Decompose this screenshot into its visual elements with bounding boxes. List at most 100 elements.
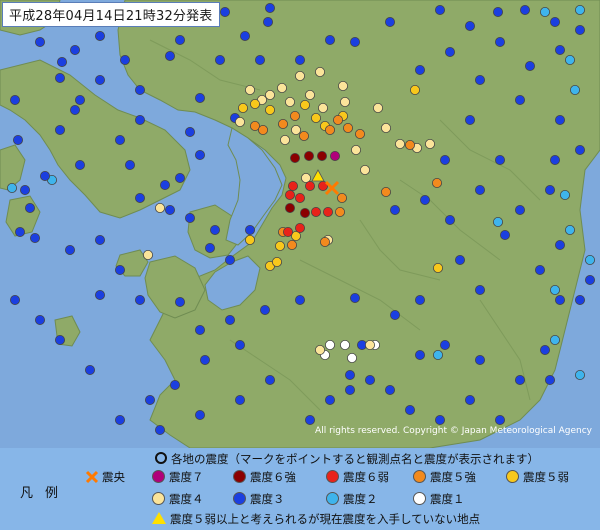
station-intensity-3[interactable] — [525, 61, 536, 72]
station-intensity-3[interactable] — [555, 115, 566, 126]
station-intensity-5-upper[interactable] — [336, 192, 347, 203]
station-intensity-4[interactable] — [350, 144, 361, 155]
station-intensity-3[interactable] — [204, 242, 215, 253]
station-intensity-3[interactable] — [304, 414, 315, 425]
station-intensity-3[interactable] — [134, 85, 145, 96]
station-intensity-4[interactable] — [364, 339, 375, 350]
station-intensity-3[interactable] — [199, 354, 210, 365]
station-intensity-3[interactable] — [474, 354, 485, 365]
station-intensity-3[interactable] — [454, 254, 465, 265]
station-intensity-3[interactable] — [24, 202, 35, 213]
station-intensity-3[interactable] — [70, 45, 81, 56]
station-intensity-3[interactable] — [344, 384, 355, 395]
station-intensity-6-lower[interactable] — [294, 192, 305, 203]
station-intensity-3[interactable] — [545, 374, 556, 385]
station-intensity-3[interactable] — [95, 289, 106, 300]
station-intensity-2[interactable] — [565, 55, 576, 66]
station-intensity-3[interactable] — [134, 192, 145, 203]
station-intensity-5-lower[interactable] — [299, 100, 310, 111]
station-intensity-5-lower[interactable] — [244, 234, 255, 245]
station-intensity-3[interactable] — [389, 204, 400, 215]
station-intensity-3[interactable] — [194, 324, 205, 335]
station-intensity-7[interactable] — [329, 150, 340, 161]
station-intensity-6-lower[interactable] — [284, 189, 295, 200]
station-intensity-3[interactable] — [234, 339, 245, 350]
station-intensity-4[interactable] — [290, 125, 301, 136]
station-intensity-3[interactable] — [294, 294, 305, 305]
station-intensity-4[interactable] — [244, 85, 255, 96]
station-intensity-3[interactable] — [444, 47, 455, 58]
station-intensity-2[interactable] — [492, 216, 503, 227]
station-intensity-3[interactable] — [550, 154, 561, 165]
station-intensity-3[interactable] — [194, 409, 205, 420]
station-intensity-4[interactable] — [234, 117, 245, 128]
station-intensity-4[interactable] — [276, 83, 287, 94]
station-intensity-3[interactable] — [474, 184, 485, 195]
station-intensity-3[interactable] — [194, 149, 205, 160]
station-intensity-6-upper[interactable] — [299, 207, 310, 218]
station-intensity-3[interactable] — [19, 184, 30, 195]
station-intensity-3[interactable] — [57, 57, 68, 68]
station-intensity-3[interactable] — [444, 214, 455, 225]
station-intensity-2[interactable] — [565, 224, 576, 235]
station-intensity-5-upper[interactable] — [404, 139, 415, 150]
station-intensity-4[interactable] — [339, 97, 350, 108]
station-intensity-3[interactable] — [85, 364, 96, 375]
station-intensity-3[interactable] — [75, 95, 86, 106]
station-intensity-3[interactable] — [55, 334, 66, 345]
station-intensity-3[interactable] — [164, 204, 175, 215]
station-intensity-5-upper[interactable] — [286, 239, 297, 250]
station-intensity-3[interactable] — [389, 309, 400, 320]
station-intensity-3[interactable] — [55, 125, 66, 136]
station-intensity-3[interactable] — [35, 37, 46, 48]
station-intensity-3[interactable] — [239, 30, 250, 41]
station-intensity-3[interactable] — [244, 224, 255, 235]
station-intensity-3[interactable] — [464, 394, 475, 405]
station-intensity-3[interactable] — [120, 55, 131, 66]
station-intensity-3[interactable] — [545, 184, 556, 195]
station-intensity-3[interactable] — [474, 284, 485, 295]
station-intensity-4[interactable] — [314, 344, 325, 355]
station-intensity-5-upper[interactable] — [332, 115, 343, 126]
station-intensity-3[interactable] — [95, 75, 106, 86]
seismic-intensity-map[interactable]: 平成28年04月14日21時32分発表 All rights reserved.… — [0, 0, 600, 448]
station-intensity-2[interactable] — [575, 369, 586, 380]
station-intensity-4[interactable] — [359, 164, 370, 175]
station-intensity-4[interactable] — [337, 81, 348, 92]
station-intensity-3[interactable] — [494, 414, 505, 425]
station-intensity-3[interactable] — [585, 274, 596, 285]
station-intensity-4[interactable] — [154, 202, 165, 213]
station-intensity-5-lower[interactable] — [409, 85, 420, 96]
station-intensity-2[interactable] — [7, 182, 17, 193]
station-intensity-3[interactable] — [324, 394, 335, 405]
station-intensity-3[interactable] — [464, 115, 475, 126]
station-intensity-3[interactable] — [494, 154, 505, 165]
station-intensity-5-lower[interactable] — [264, 105, 275, 116]
station-intensity-5-lower[interactable] — [237, 103, 248, 114]
station-intensity-3[interactable] — [349, 37, 360, 48]
station-intensity-4[interactable] — [304, 90, 315, 101]
station-intensity-5-lower[interactable] — [432, 262, 443, 273]
station-intensity-3[interactable] — [439, 339, 450, 350]
station-intensity-4[interactable] — [424, 138, 435, 149]
station-intensity-3[interactable] — [494, 37, 505, 48]
station-intensity-3[interactable] — [464, 20, 475, 31]
station-intensity-3[interactable] — [174, 296, 185, 307]
station-intensity-6-lower[interactable] — [310, 206, 321, 217]
station-intensity-3[interactable] — [95, 30, 106, 41]
station-intensity-4[interactable] — [394, 138, 405, 149]
station-intensity-4[interactable] — [142, 249, 153, 260]
station-intensity-3[interactable] — [515, 95, 526, 106]
station-intensity-3[interactable] — [134, 115, 145, 126]
station-intensity-5-upper[interactable] — [431, 177, 442, 188]
station-intensity-3[interactable] — [555, 45, 566, 56]
station-intensity-3[interactable] — [12, 134, 23, 145]
station-intensity-3[interactable] — [9, 95, 20, 106]
station-intensity-3[interactable] — [209, 224, 220, 235]
station-intensity-2[interactable] — [540, 7, 551, 17]
station-intensity-3[interactable] — [575, 294, 586, 305]
station-intensity-5-upper[interactable] — [324, 125, 335, 136]
station-intensity-3[interactable] — [184, 127, 195, 138]
station-intensity-3[interactable] — [9, 294, 20, 305]
station-intensity-2[interactable] — [575, 5, 586, 15]
